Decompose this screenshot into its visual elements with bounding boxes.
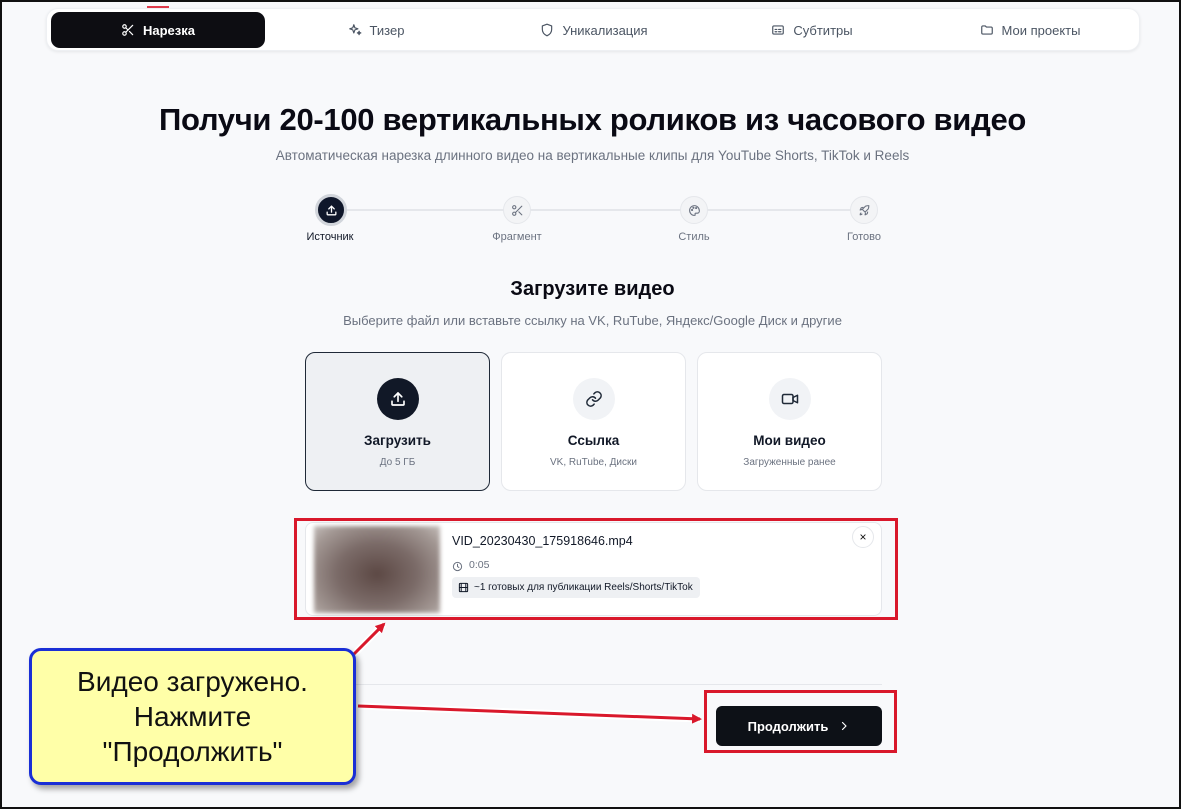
tab-subtitry[interactable]: Субтитры [705,12,919,48]
page-title: Получи 20-100 вертикальных роликов из ча… [158,102,1027,137]
button-highlight-frame [704,690,897,753]
upload-icon [377,378,419,420]
divider [305,684,882,685]
scissors-icon [121,23,135,37]
step-label-fragment: Фрагмент [492,231,542,243]
option-subtitle: Загруженные ранее [743,457,836,468]
option-link[interactable]: Ссылка VK, RuTube, Диски [501,352,686,491]
palette-icon [688,204,701,217]
step-done[interactable] [850,196,878,224]
rocket-icon [858,204,871,217]
step-style[interactable] [680,196,708,224]
tab-label: Мои проекты [1001,22,1081,38]
tab-label: Тизер [369,22,405,38]
tab-narezka[interactable]: Нарезка [51,12,265,48]
tab-tizer[interactable]: Тизер [269,12,483,48]
instruction-callout: Видео загружено. Нажмите "Продолжить" [29,648,356,785]
step-source[interactable] [315,194,347,226]
shield-icon [540,23,554,37]
upload-icon [325,204,338,217]
step-label-done: Готово [847,231,881,243]
stepper-line [332,209,865,211]
option-title: Мои видео [753,433,826,448]
option-subtitle: До 5 ГБ [379,457,416,468]
step-label-source: Источник [306,231,354,243]
file-highlight-frame [294,518,898,620]
option-my-videos[interactable]: Мои видео Загруженные ранее [697,352,882,491]
callout-text: Видео загружено. Нажмите "Продолжить" [77,666,308,767]
tab-moi-proekty[interactable]: Мои проекты [923,12,1137,48]
option-subtitle: VK, RuTube, Диски [550,457,637,468]
tab-label: Субтитры [793,22,853,38]
scissors-icon [511,204,524,217]
page-subtitle: Автоматическая нарезка длинного видео на… [275,148,910,163]
tab-unikalizatsiya[interactable]: Уникализация [487,12,701,48]
tab-label: Нарезка [143,22,195,38]
step-label-style: Стиль [678,231,710,243]
option-upload[interactable]: Загрузить До 5 ГБ [305,352,490,491]
video-camera-icon [769,378,811,420]
sparkles-icon [348,23,362,37]
upload-subtitle: Выберите файл или вставьте ссылку на VK,… [343,313,842,328]
option-title: Ссылка [567,433,620,448]
step-fragment[interactable] [503,196,531,224]
link-icon [573,378,615,420]
option-title: Загрузить [364,433,431,448]
screenshot-frame: Нарезка Тизер Уникализация Субтитры Мои … [0,0,1181,809]
top-nav: Нарезка Тизер Уникализация Субтитры Мои … [46,8,1140,51]
folder-icon [980,23,994,37]
captions-icon [771,23,785,37]
upload-title: Загрузите видео [510,278,675,300]
tab-label: Уникализация [562,22,648,38]
